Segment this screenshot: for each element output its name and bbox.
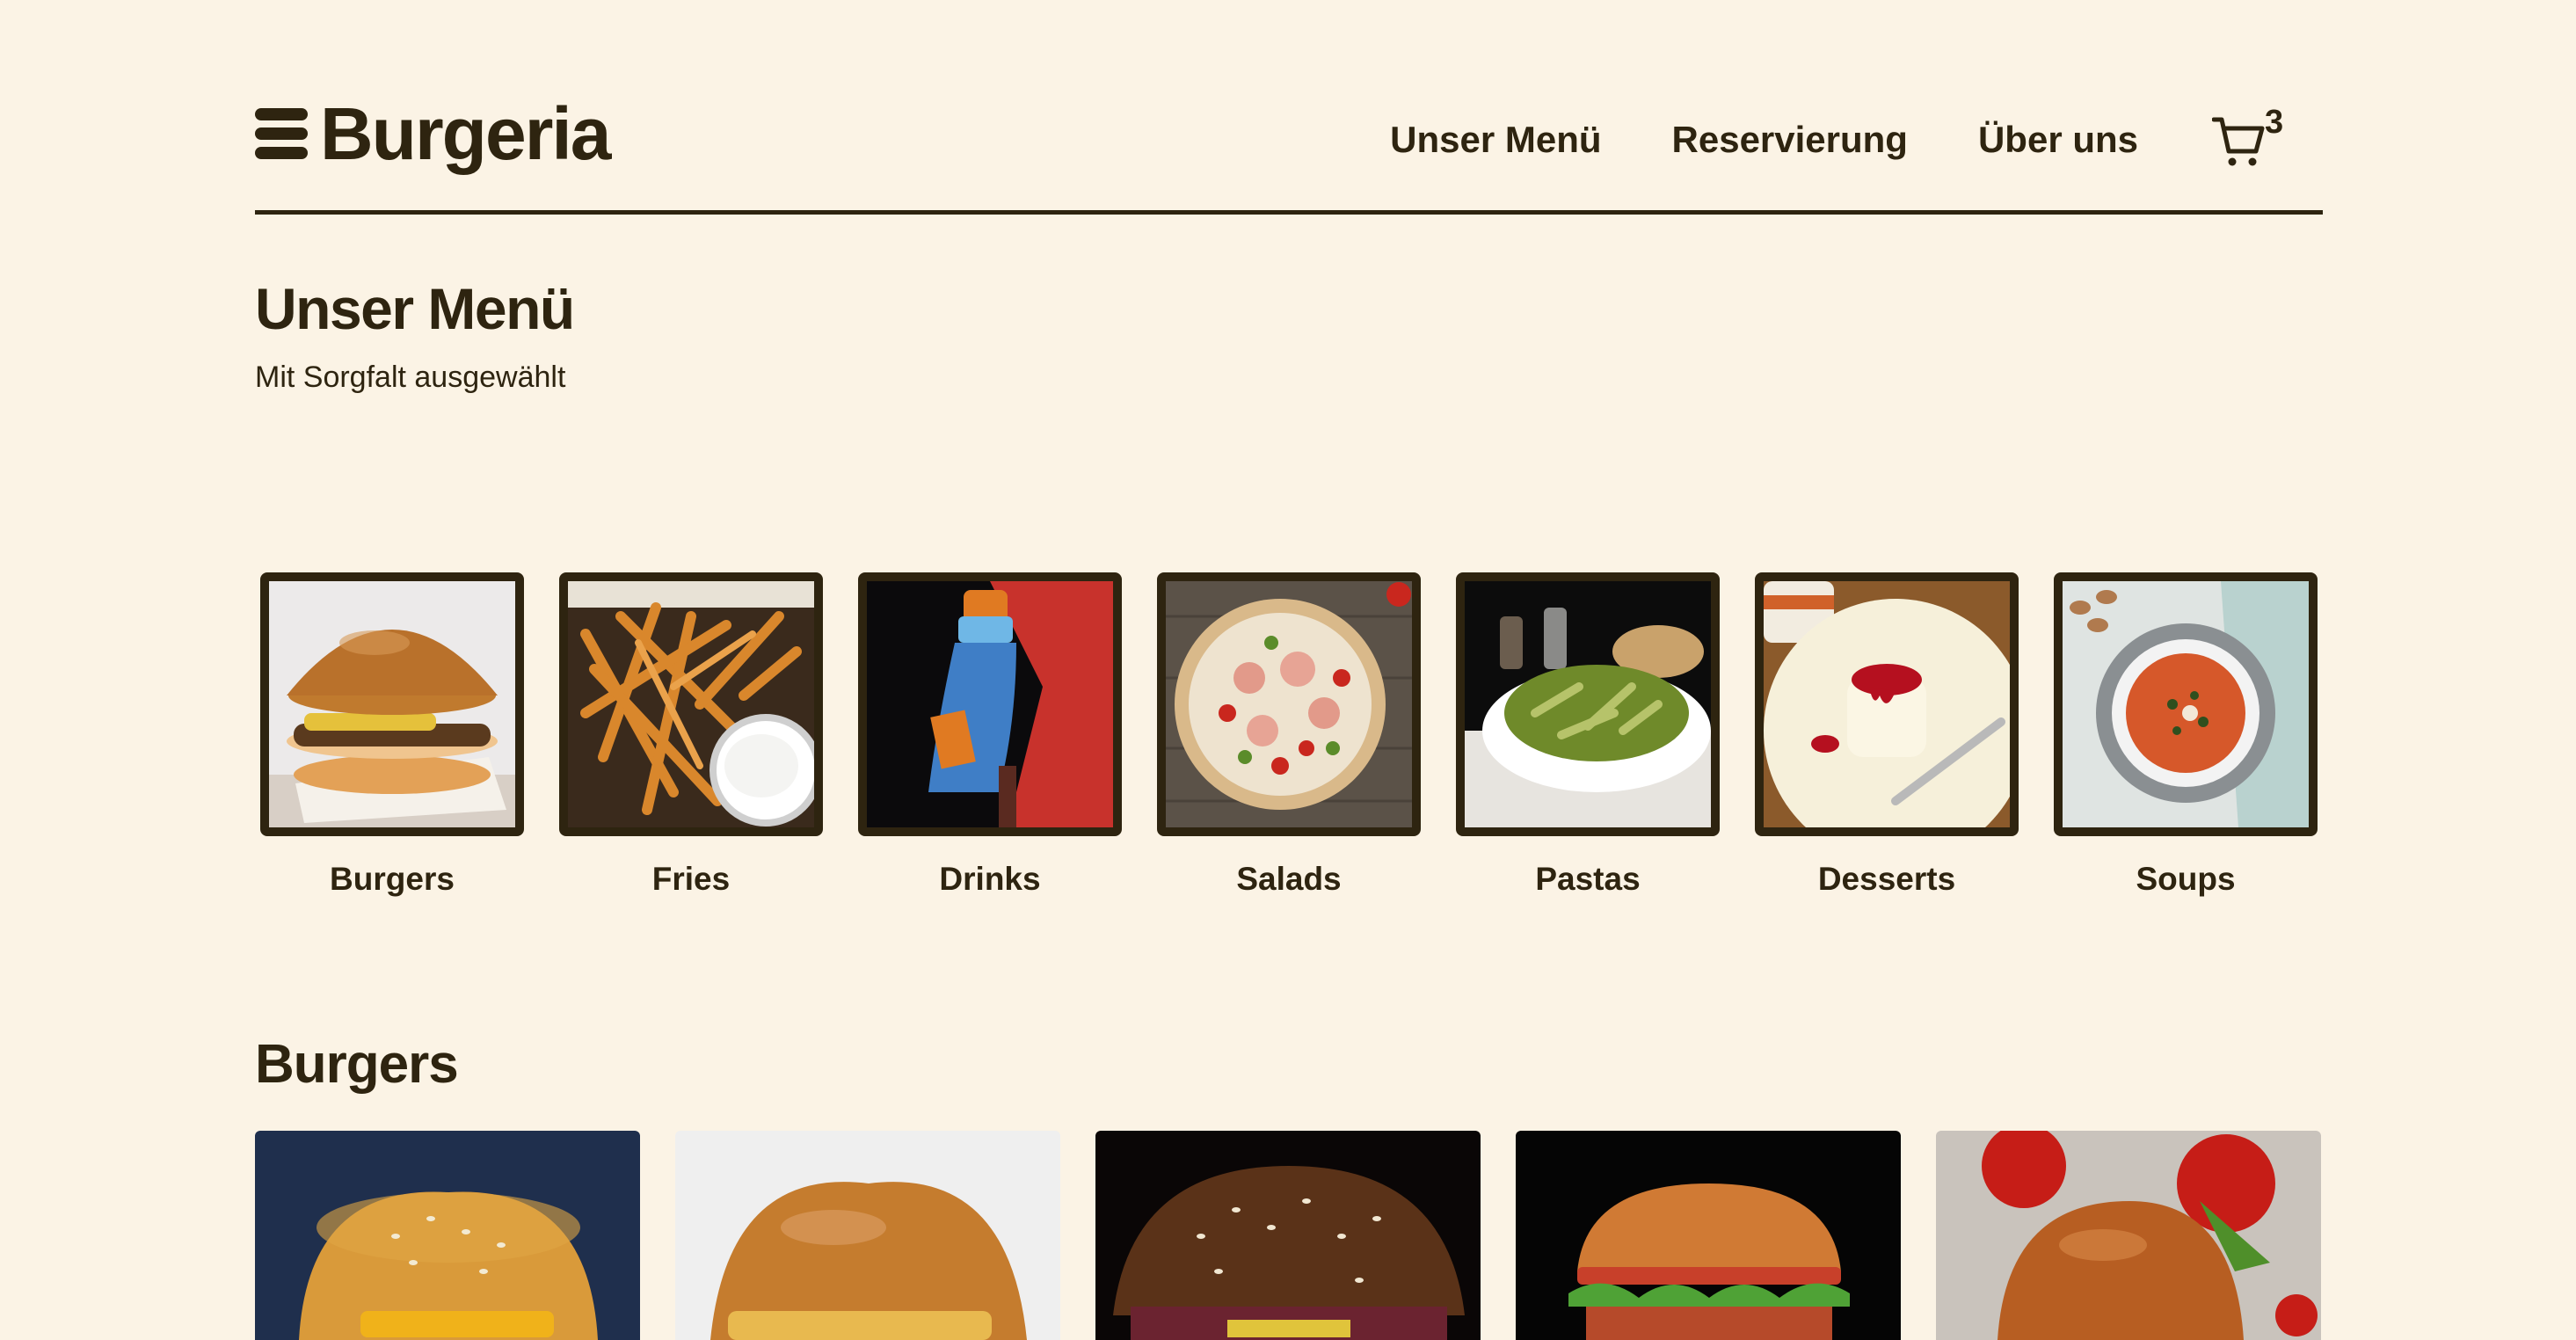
product-card[interactable] — [1936, 1131, 2321, 1340]
product-card[interactable] — [675, 1131, 1060, 1340]
nav-link-reservation[interactable]: Reservierung — [1672, 121, 1908, 158]
burger-photo — [260, 572, 524, 836]
burger-photo — [1516, 1131, 1901, 1340]
category-soups[interactable]: Soups — [2054, 572, 2318, 898]
burger-photo — [255, 1131, 640, 1340]
category-label: Pastas — [1535, 861, 1641, 897]
category-label: Drinks — [939, 861, 1041, 897]
menu-lines-icon — [255, 108, 308, 159]
burger-photo — [1936, 1131, 2321, 1340]
product-list — [255, 1131, 2321, 1340]
burger-photo — [675, 1131, 1060, 1340]
pasta-photo — [1456, 572, 1720, 836]
category-salads[interactable]: Salads — [1157, 572, 1421, 898]
menu-intro: Unser Menü Mit Sorgfalt ausgewählt — [255, 276, 575, 395]
cart-icon — [2212, 117, 2265, 166]
drink-photo — [858, 572, 1122, 836]
main-nav: Unser Menü Reservierung Über uns 3 — [1320, 104, 2288, 169]
soup-photo — [2054, 572, 2318, 836]
cart-button[interactable]: 3 — [2212, 104, 2288, 169]
salad-photo — [1157, 572, 1421, 836]
category-label: Salads — [1236, 861, 1342, 897]
page-title: Unser Menü — [255, 276, 575, 341]
section-title: Burgers — [255, 1034, 459, 1095]
category-drinks[interactable]: Drinks — [858, 572, 1122, 898]
category-fries[interactable]: Fries — [559, 572, 823, 898]
product-card[interactable] — [1095, 1131, 1481, 1340]
category-list: Burgers Fries Drinks Salads Pastas Desse… — [260, 572, 2318, 898]
category-pastas[interactable]: Pastas — [1456, 572, 1720, 898]
product-card[interactable] — [1516, 1131, 1901, 1340]
category-label: Soups — [2136, 861, 2236, 897]
category-label: Fries — [651, 861, 731, 897]
category-label: Desserts — [1817, 861, 1956, 897]
nav-link-menu[interactable]: Unser Menü — [1390, 121, 1601, 158]
logo[interactable]: Burgeria — [255, 92, 611, 175]
category-desserts[interactable]: Desserts — [1755, 572, 2019, 898]
burger-photo — [1095, 1131, 1481, 1340]
fries-photo — [559, 572, 823, 836]
cart-count-badge: 3 — [2265, 104, 2284, 141]
page: Burgeria Unser Menü Reservierung Über un… — [0, 0, 2576, 1340]
site-header: Burgeria Unser Menü Reservierung Über un… — [255, 84, 2323, 215]
category-burgers[interactable]: Burgers — [260, 572, 524, 898]
category-label: Burgers — [330, 861, 455, 897]
logo-text: Burgeria — [320, 92, 611, 175]
page-subtitle: Mit Sorgfalt ausgewählt — [255, 360, 566, 394]
nav-link-about[interactable]: Über uns — [1978, 121, 2138, 158]
product-card[interactable] — [255, 1131, 640, 1340]
dessert-photo — [1755, 572, 2019, 836]
